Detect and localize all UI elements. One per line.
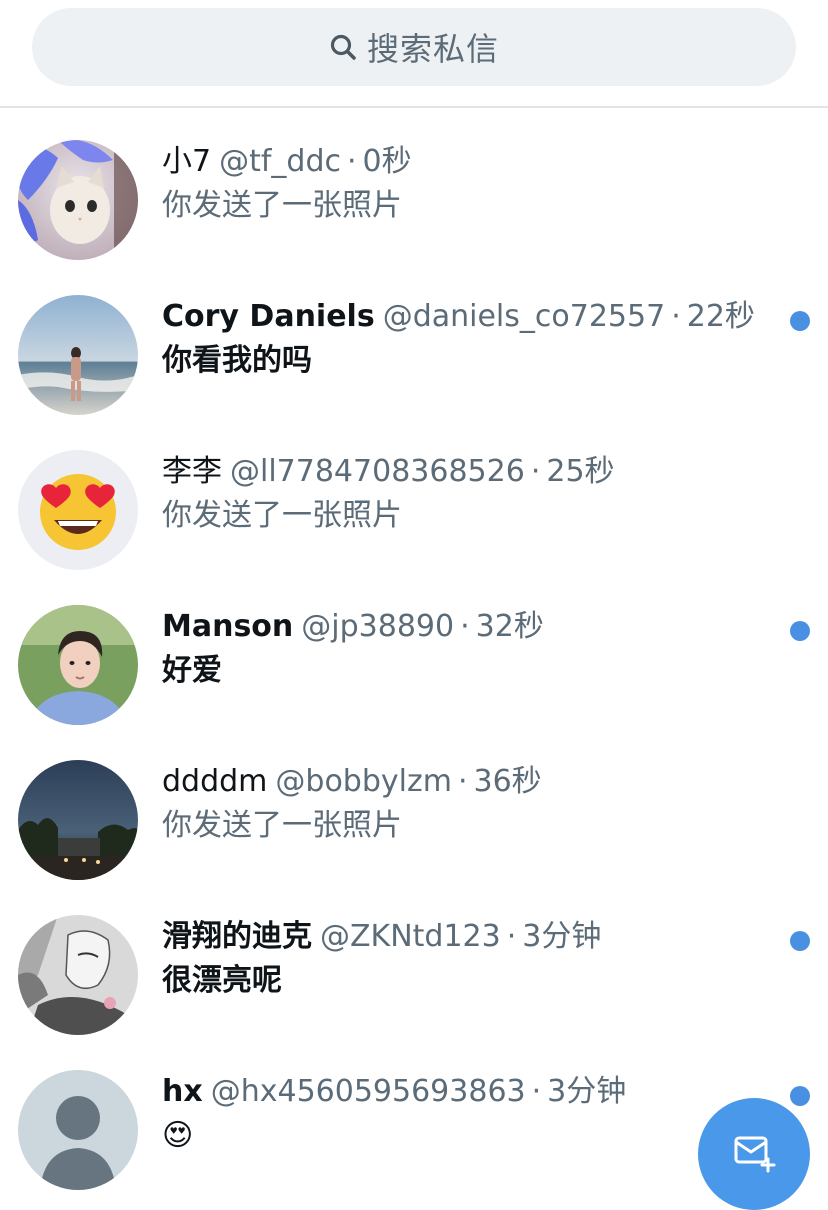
message-preview: 你发送了一张照片 (162, 808, 402, 843)
conversation-header: ddddm @bobbylzm · 36秒 (162, 762, 542, 802)
cat-avatar[interactable] (18, 140, 138, 260)
handle: @tf_ddc (219, 144, 341, 179)
message-preview: 你发送了一张照片 (162, 188, 402, 223)
handle: @ZKNtd123 (320, 919, 501, 954)
search-header: 搜索私信 (0, 0, 828, 108)
manga-avatar[interactable] (18, 915, 138, 1035)
conversation-header: 滑翔的迪克 @ZKNtd123 · 3分钟 (162, 917, 601, 957)
message-preview: 很漂亮呢 (162, 963, 282, 998)
separator: · (506, 919, 517, 954)
default-user-avatar[interactable] (18, 1070, 138, 1190)
separator: · (347, 144, 357, 179)
handle: @hx4560595693863 (210, 1074, 526, 1109)
message-preview: 😍 (162, 1118, 194, 1153)
separator: · (531, 1074, 542, 1109)
display-name[interactable]: ddddm (162, 764, 267, 799)
separator: · (460, 609, 470, 644)
unread-indicator (790, 621, 810, 641)
search-input[interactable]: 搜索私信 (32, 8, 796, 86)
display-name[interactable]: 小7 (162, 144, 211, 179)
conversation-row[interactable]: 滑翔的迪克 @ZKNtd123 · 3分钟 很漂亮呢 (0, 885, 828, 1040)
display-name[interactable]: 李李 (162, 454, 222, 489)
handle: @jp38890 (301, 609, 455, 644)
new-message-icon (731, 1129, 777, 1179)
unread-indicator (790, 931, 810, 951)
timestamp: 3分钟 (547, 1074, 627, 1109)
conversation-header: hx @hx4560595693863 · 3分钟 (162, 1072, 626, 1112)
message-preview: 好爱 (162, 653, 222, 688)
message-preview: 你看我的吗 (162, 343, 312, 378)
conversation-header: 李李 @ll7784708368526 · 25秒 (162, 452, 615, 492)
night-scene-avatar[interactable] (18, 760, 138, 880)
conversation-row[interactable]: ddddm @bobbylzm · 36秒 你发送了一张照片 (0, 730, 828, 885)
display-name[interactable]: 滑翔的迪克 (162, 919, 312, 954)
separator: · (530, 454, 541, 489)
display-name[interactable]: Manson (162, 609, 293, 644)
handle: @daniels_co72557 (382, 299, 666, 334)
separator: · (457, 764, 468, 799)
handle: @bobbylzm (275, 764, 452, 799)
portrait-avatar[interactable] (18, 605, 138, 725)
timestamp: 32秒 (475, 609, 544, 644)
conversation-row[interactable]: 李李 @ll7784708368526 · 25秒 你发送了一张照片 (0, 420, 828, 575)
conversation-row[interactable]: Cory Daniels @daniels_co72557 · 22秒 你看我的吗 (0, 265, 828, 420)
search-icon (329, 33, 357, 61)
unread-indicator (790, 1086, 810, 1106)
conversation-header: Cory Daniels @daniels_co72557 · 22秒 (162, 297, 755, 337)
search-placeholder: 搜索私信 (366, 30, 499, 68)
new-message-button[interactable] (698, 1098, 810, 1210)
conversation-header: 小7 @tf_ddc · 0秒 (162, 142, 412, 182)
handle: @ll7784708368526 (230, 454, 525, 489)
conversation-row[interactable]: Manson @jp38890 · 32秒 好爱 (0, 575, 828, 730)
separator: · (671, 299, 681, 334)
conversation-row[interactable]: 小7 @tf_ddc · 0秒 你发送了一张照片 (0, 110, 828, 265)
heart-eyes-emoji-avatar[interactable] (18, 450, 138, 570)
conversation-header: Manson @jp38890 · 32秒 (162, 607, 544, 647)
beach-avatar[interactable] (18, 295, 138, 415)
display-name[interactable]: hx (162, 1074, 203, 1109)
unread-indicator (790, 311, 810, 331)
display-name[interactable]: Cory Daniels (162, 299, 375, 334)
timestamp: 22秒 (686, 299, 755, 334)
timestamp: 25秒 (546, 454, 615, 489)
timestamp: 36秒 (473, 764, 542, 799)
message-preview: 你发送了一张照片 (162, 498, 402, 533)
timestamp: 3分钟 (522, 919, 602, 954)
timestamp: 0秒 (362, 144, 412, 179)
